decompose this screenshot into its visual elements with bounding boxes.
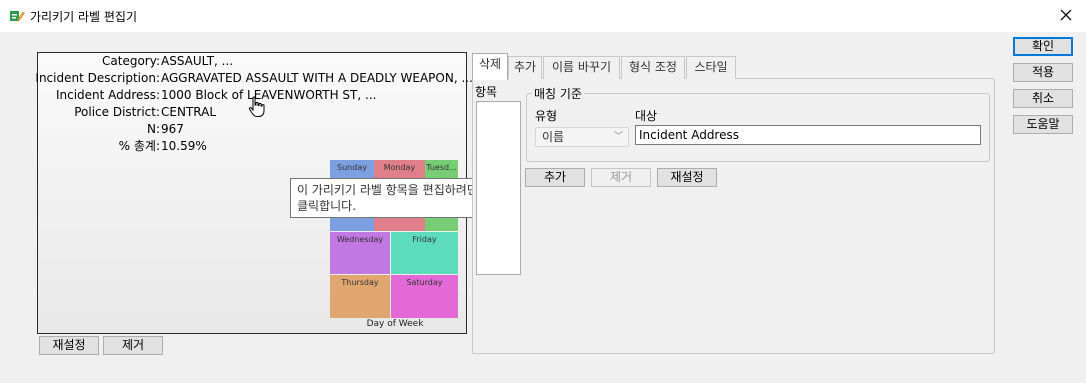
add-button[interactable]: 추가 xyxy=(525,168,585,187)
reset-button[interactable]: 재설정 xyxy=(657,168,717,187)
tile-label: Sunday xyxy=(337,163,367,172)
tooltip-row-category[interactable]: Category: ASSAULT, ... xyxy=(38,53,468,69)
tile-label: Saturday xyxy=(406,278,443,287)
tile-label: Tuesd... xyxy=(426,163,457,172)
treemap-tile-saturday: Saturday xyxy=(391,275,458,318)
tab-add[interactable]: 추가 xyxy=(508,56,542,79)
target-input[interactable]: Incident Address xyxy=(635,125,981,145)
cancel-button[interactable]: 취소 xyxy=(1013,89,1073,108)
items-listbox[interactable] xyxy=(476,101,521,275)
preview-pane: Category: ASSAULT, ... Incident Descript… xyxy=(35,52,498,334)
tab-style[interactable]: 스타일 xyxy=(686,56,736,79)
target-label: 대상 xyxy=(635,109,658,123)
apply-button[interactable]: 적용 xyxy=(1013,63,1073,82)
window-title: 가리키기 라벨 편집기 xyxy=(30,10,137,24)
preview-reset-button[interactable]: 재설정 xyxy=(39,336,99,355)
tile-label: Thursday xyxy=(341,278,379,287)
type-label: 유형 xyxy=(535,109,558,123)
tooltip-value: 10.59% xyxy=(161,139,207,153)
matching-group-title: 매칭 기준 xyxy=(532,85,584,102)
hover-tooltip: 이 가리키기 라벨 항목을 편집하려면 클릭합니다. xyxy=(290,178,498,218)
treemap-tile-thursday: Thursday xyxy=(330,275,390,318)
tooltip-label: Police District: xyxy=(74,105,160,119)
tooltip-label: Incident Address: xyxy=(55,88,160,102)
tile-label: Friday xyxy=(412,235,437,244)
hand-cursor-icon xyxy=(248,96,265,117)
treemap-tile-friday: Friday xyxy=(391,232,458,274)
label-editor-icon xyxy=(10,11,25,21)
tooltip-row-percent-total[interactable]: % 총계: 10.59% xyxy=(38,138,468,154)
tooltip-value: CENTRAL xyxy=(161,105,217,119)
help-button[interactable]: 도움말 xyxy=(1013,115,1073,134)
ok-button[interactable]: 확인 xyxy=(1013,37,1073,56)
tooltip-row-incident-description[interactable]: Incident Description: AGGRAVATED ASSAULT… xyxy=(35,70,473,86)
tooltip-value: 1000 Block of LEAVENWORTH ST, ... xyxy=(161,88,377,102)
remove-button[interactable]: 제거 xyxy=(591,168,651,187)
tooltip-value: AGGRAVATED ASSAULT WITH A DEADLY WEAPON,… xyxy=(161,71,473,85)
items-label: 항목 xyxy=(475,85,498,99)
hover-tooltip-line1: 이 가리키기 라벨 항목을 편집하려면 xyxy=(297,183,478,197)
tooltip-value: 967 xyxy=(161,122,184,136)
tile-label: Wednesday xyxy=(336,235,384,244)
hover-tooltip-line2: 클릭합니다. xyxy=(297,199,357,213)
tab-format[interactable]: 형식 조정 xyxy=(621,56,685,79)
tile-label: Monday xyxy=(383,163,416,172)
tab-delete[interactable]: 삭제 xyxy=(472,53,508,80)
tooltip-value: ASSAULT, ... xyxy=(161,54,234,68)
tooltip-label: Category: xyxy=(102,54,160,68)
tooltip-row-n[interactable]: N: 967 xyxy=(38,121,468,137)
treemap-axis-label: Day of Week xyxy=(366,319,424,329)
tooltip-label: % 총계: xyxy=(118,139,160,153)
tooltip-label: N: xyxy=(146,122,160,136)
type-select-value: 이름 xyxy=(542,130,565,144)
close-icon[interactable] xyxy=(1056,5,1076,25)
chevron-down-icon: ﹀ xyxy=(613,132,623,142)
type-select[interactable]: 이름 ﹀ xyxy=(535,127,629,147)
tab-rename[interactable]: 이름 바꾸기 xyxy=(543,56,620,79)
tooltip-label: Incident Description: xyxy=(35,71,160,85)
preview-remove-button[interactable]: 제거 xyxy=(103,336,163,355)
treemap-tile-wednesday: Wednesday xyxy=(330,232,390,274)
title-bar: 가리키기 라벨 편집기 xyxy=(0,0,1086,32)
